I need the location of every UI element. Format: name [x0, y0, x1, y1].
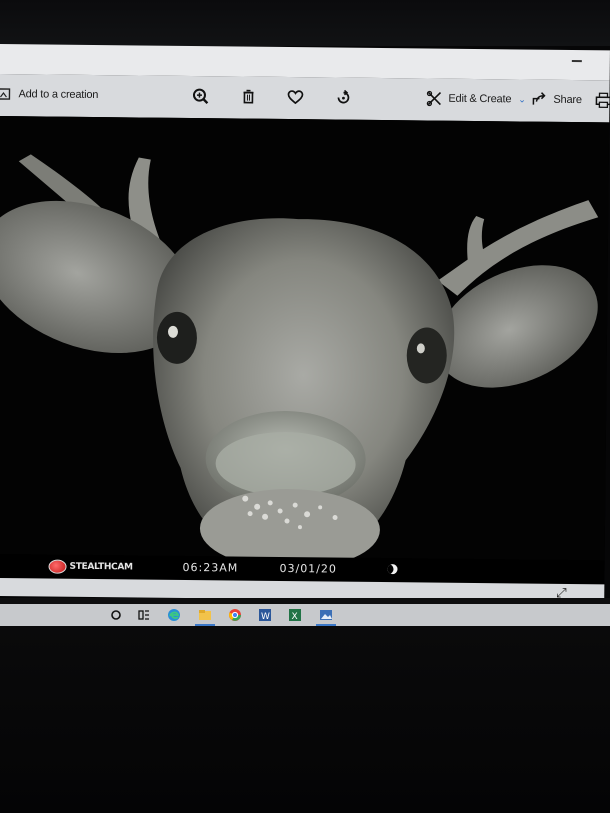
print-icon [594, 91, 610, 109]
monitor-bezel [0, 0, 610, 46]
zoom-in-icon [191, 87, 209, 105]
favorite-button[interactable] [286, 87, 304, 107]
minimize-icon[interactable] [571, 59, 582, 63]
camera-brand: STEALTHCAM [48, 559, 133, 575]
stealthcam-logo-icon [48, 559, 67, 574]
excel-icon[interactable]: X [287, 607, 303, 623]
delete-button[interactable] [239, 87, 257, 107]
task-view-icon[interactable] [136, 607, 152, 623]
chrome-icon[interactable] [227, 607, 243, 623]
edit-create-button[interactable]: Edit & Create ⌄ [425, 88, 526, 109]
zoom-in-button[interactable] [191, 86, 209, 106]
photos-app-window: Add to a creation Edit & Create ⌄ Share … [0, 44, 610, 630]
edge-icon[interactable] [166, 607, 182, 623]
toolbar: Add to a creation Edit & Create ⌄ Share [0, 73, 610, 123]
share-icon [530, 91, 548, 109]
print-button[interactable] [594, 90, 610, 110]
svg-text:X: X [292, 612, 298, 622]
add-to-creation-button[interactable]: Add to a creation [0, 84, 98, 105]
taskbar: W X [0, 604, 610, 626]
edit-create-icon [425, 89, 443, 107]
photo-of-monitor: Add to a creation Edit & Create ⌄ Share … [0, 0, 610, 813]
file-explorer-icon[interactable] [195, 607, 215, 626]
svg-text:W: W [261, 612, 270, 622]
trail-camera-photo: STEALTHCAM 06:23AM 03/01/20 [0, 115, 610, 585]
add-to-creation-label: Add to a creation [18, 88, 99, 102]
desk-background [0, 626, 610, 813]
rotate-icon [334, 89, 352, 107]
start-circle-icon[interactable] [108, 607, 124, 623]
camera-brand-label: STEALTHCAM [69, 561, 133, 573]
image-icon [0, 85, 14, 103]
rotate-button[interactable] [334, 88, 352, 108]
heart-icon [286, 88, 304, 106]
share-label: Share [553, 93, 582, 107]
share-button[interactable]: Share [530, 90, 582, 111]
photos-icon[interactable] [316, 607, 336, 626]
deer-night-photo [0, 115, 610, 585]
moon-phase-icon [387, 564, 398, 575]
edit-create-label: Edit & Create [448, 92, 512, 106]
photo-time: 06:23AM [182, 560, 239, 575]
delete-icon [239, 88, 257, 106]
word-icon[interactable]: W [257, 607, 273, 623]
chevron-down-icon: ⌄ [518, 93, 526, 105]
photo-date: 03/01/20 [279, 561, 337, 576]
